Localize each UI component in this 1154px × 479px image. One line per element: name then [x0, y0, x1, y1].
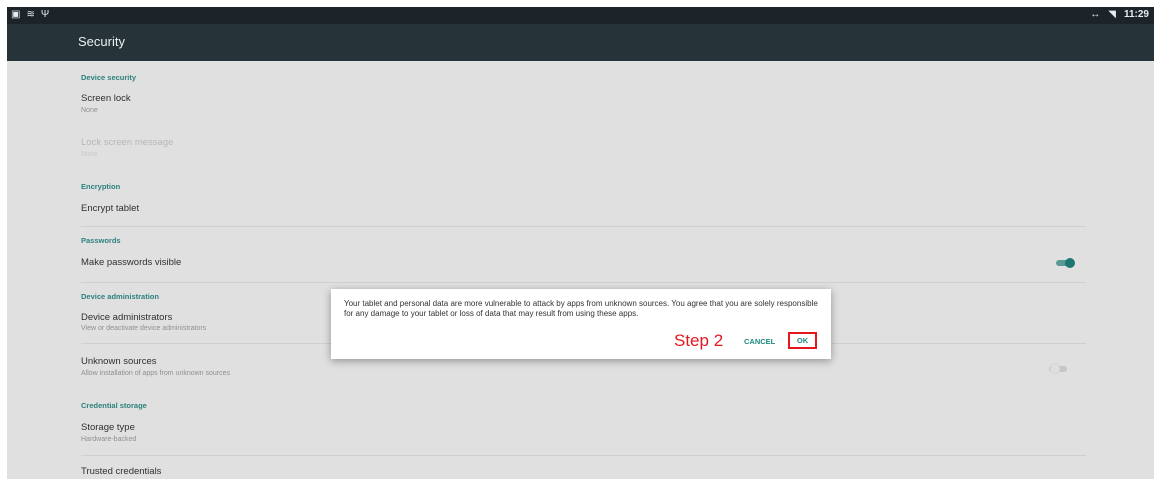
unknown-sources-dialog: Your tablet and personal data are more v…: [331, 289, 831, 359]
usb-icon: Ψ: [40, 9, 50, 20]
status-bar: ▣ ≋ Ψ ↔ ◥ 11:29: [7, 7, 1154, 24]
wifi-icon: ≋: [26, 9, 35, 20]
status-left-icons: ▣ ≋ Ψ: [11, 9, 49, 21]
status-right: ↔ ◥ 11:29: [1090, 9, 1149, 21]
step-annotation: Step 2: [674, 331, 724, 350]
dialog-message: Your tablet and personal data are more v…: [344, 299, 818, 318]
photo-icon: ▣: [11, 9, 21, 20]
status-time: 11:29: [1123, 9, 1149, 20]
dialog-scrim[interactable]: [7, 61, 1154, 479]
app-toolbar: Security: [7, 24, 1154, 61]
signal-icon: ◥: [1108, 9, 1116, 20]
cancel-button[interactable]: CANCEL: [744, 337, 775, 346]
ok-button[interactable]: OK: [788, 332, 817, 349]
page-title: Security: [78, 34, 125, 49]
data-transfer-icon: ↔: [1090, 9, 1101, 20]
